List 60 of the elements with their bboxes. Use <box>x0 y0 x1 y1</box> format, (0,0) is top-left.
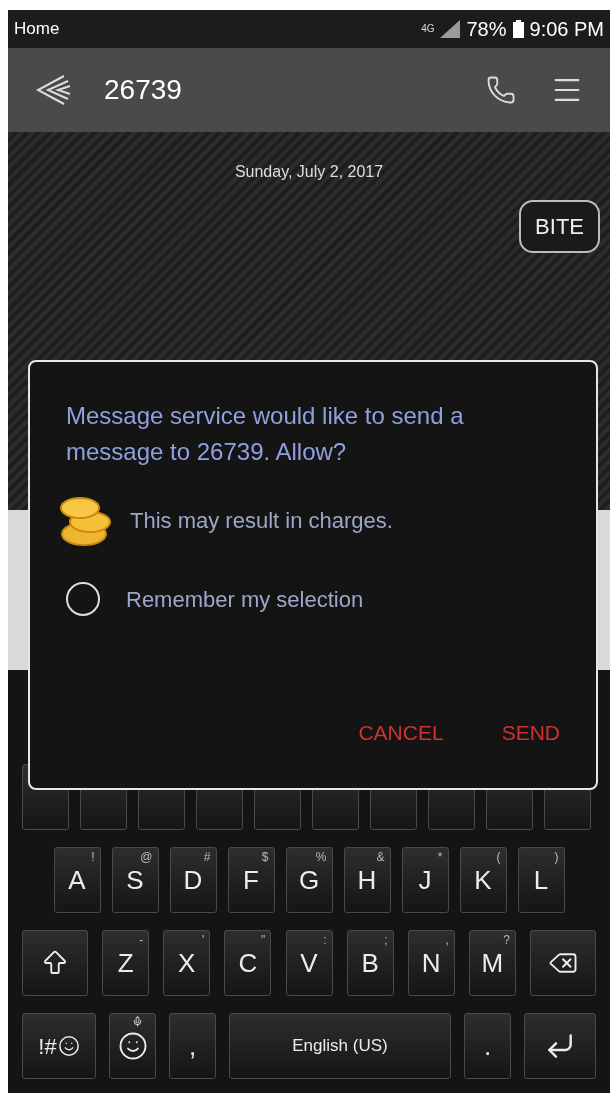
keyboard-key[interactable]: . <box>464 1013 511 1079</box>
keyboard-key[interactable]: X ' <box>163 930 211 996</box>
backspace-key[interactable] <box>530 930 596 996</box>
key-hint: ; <box>384 934 388 946</box>
keyboard-key[interactable]: D # <box>169 847 217 913</box>
keyboard-key[interactable]: K ( <box>459 847 507 913</box>
network-type: 4G <box>421 24 435 34</box>
keyboard-key[interactable]: F $ <box>227 847 275 913</box>
key-hint: @ <box>140 851 153 863</box>
key-hint: " <box>261 934 266 946</box>
emoji-key[interactable] <box>109 1013 156 1079</box>
date-label: Sunday, July 2, 2017 <box>234 162 384 182</box>
keyboard-key[interactable]: G % <box>285 847 333 913</box>
dialog-message: Message service would like to send a message to 26739. Allow? <box>66 401 465 467</box>
keyboard-key[interactable]: C " <box>224 930 272 996</box>
conversation-title: 26739 <box>104 73 182 107</box>
keyboard-key[interactable]: L ) <box>517 847 565 913</box>
keyboard-key[interactable]: N , <box>407 930 455 996</box>
smiley-icon <box>57 1035 80 1057</box>
symbols-key[interactable]: !# <box>22 1013 96 1079</box>
remember-label: Remember my selection <box>126 585 364 614</box>
enter-key[interactable] <box>524 1013 596 1079</box>
keyboard-key[interactable]: J * <box>401 847 449 913</box>
key-hint: ) <box>554 851 559 863</box>
shift-key[interactable] <box>22 930 88 996</box>
signal-icon <box>440 20 461 38</box>
key-hint: - <box>139 934 144 946</box>
key-hint: $ <box>261 851 269 863</box>
clock: 9:06 PM <box>529 17 604 42</box>
keyboard-key[interactable]: Z - <box>102 930 150 996</box>
keyboard-key[interactable]: V : <box>285 930 333 996</box>
key-hint: ' <box>201 934 205 946</box>
key-hint: & <box>376 851 385 863</box>
keyboard-key[interactable]: M ? <box>468 930 516 996</box>
key-hint: ( <box>496 851 501 863</box>
status-label: Home <box>14 18 60 41</box>
keyboard-key[interactable]: A ! <box>53 847 101 913</box>
battery-percent: 78% <box>466 17 507 42</box>
keyboard-key[interactable]: , <box>169 1013 216 1079</box>
charges-notice: This may result in charges. <box>130 506 393 535</box>
key-hint: : <box>323 934 327 946</box>
battery-icon <box>512 20 524 38</box>
key-hint: % <box>315 851 327 863</box>
phone-icon[interactable] <box>486 75 516 105</box>
key-hint: ! <box>91 851 95 863</box>
space-key[interactable]: English (US) <box>229 1013 451 1079</box>
dialog-button[interactable]: SEND <box>501 716 560 748</box>
key-hint: ? <box>503 934 510 946</box>
message-bubble: BITE <box>519 200 600 253</box>
key-hint: # <box>203 851 211 863</box>
microphone-icon <box>132 1016 143 1027</box>
dialog-button[interactable]: CANCEL <box>358 716 444 748</box>
keyboard-key[interactable]: S @ <box>111 847 159 913</box>
remember-radio[interactable] <box>66 582 100 616</box>
key-hint: , <box>445 934 449 946</box>
symbols-label: !# <box>38 1032 57 1061</box>
keyboard-key[interactable]: H & <box>343 847 391 913</box>
keyboard-key[interactable]: B ; <box>346 930 394 996</box>
smiley-icon <box>117 1031 148 1061</box>
key-hint: * <box>437 851 443 863</box>
